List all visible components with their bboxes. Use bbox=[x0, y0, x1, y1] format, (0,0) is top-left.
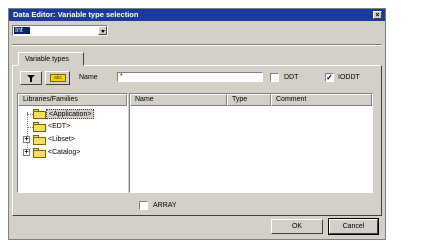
name-filter-label: Name bbox=[79, 74, 98, 81]
window-title: Data Editor: Variable type selection bbox=[13, 10, 139, 19]
expand-icon[interactable]: + bbox=[23, 136, 30, 143]
ddt-label: DDT bbox=[284, 74, 299, 81]
ioddt-checkbox[interactable]: ✓ bbox=[325, 73, 334, 82]
tree-item-label: <Libset> bbox=[48, 136, 75, 143]
title-bar: Data Editor: Variable type selection × bbox=[9, 9, 385, 21]
close-icon: × bbox=[375, 12, 380, 19]
folder-icon bbox=[33, 109, 46, 119]
name-filter-input[interactable]: * bbox=[117, 72, 263, 82]
type-category-value: Int bbox=[14, 27, 30, 34]
tree-item-edt[interactable]: <EDT> bbox=[22, 121, 126, 133]
close-button[interactable]: × bbox=[373, 11, 382, 19]
libraries-header[interactable]: Libraries/Families bbox=[18, 94, 127, 106]
type-category-dropdown[interactable]: Int bbox=[12, 25, 108, 36]
tree-item-label: <Catalog> bbox=[48, 149, 81, 156]
tree-item-libset[interactable]: + <Libset> bbox=[22, 134, 126, 146]
ddt-checkbox[interactable] bbox=[270, 73, 279, 82]
folder-icon bbox=[33, 135, 46, 145]
array-label: ARRAY bbox=[153, 202, 177, 209]
column-header-comment[interactable]: Comment bbox=[271, 94, 372, 106]
ioddt-label: IODDT bbox=[338, 74, 360, 81]
tree-item-application[interactable]: <Application> bbox=[22, 108, 126, 120]
libraries-tree-panel: Libraries/Families <Application> <EDT> +… bbox=[17, 93, 128, 193]
types-grid: Name Type Comment bbox=[129, 93, 373, 193]
tree-item-label: <Application> bbox=[46, 109, 95, 119]
name-filter-icon: abc bbox=[50, 74, 66, 82]
column-header-name[interactable]: Name bbox=[130, 94, 227, 106]
expand-icon[interactable]: + bbox=[23, 149, 30, 156]
ok-button[interactable]: OK bbox=[271, 219, 323, 234]
filter-button[interactable] bbox=[20, 71, 42, 85]
cancel-button[interactable]: Cancel bbox=[329, 219, 378, 234]
tab-variable-types[interactable]: Variable types bbox=[18, 52, 84, 66]
name-filter-button[interactable]: abc bbox=[45, 71, 70, 85]
tree-item-label: <EDT> bbox=[48, 123, 71, 130]
folder-icon bbox=[33, 122, 46, 132]
tree-item-catalog[interactable]: + <Catalog> bbox=[22, 147, 126, 159]
array-checkbox[interactable] bbox=[139, 201, 148, 210]
separator bbox=[12, 44, 382, 46]
folder-icon bbox=[33, 148, 46, 158]
chevron-down-icon[interactable] bbox=[98, 26, 107, 35]
column-header-type[interactable]: Type bbox=[227, 94, 271, 106]
